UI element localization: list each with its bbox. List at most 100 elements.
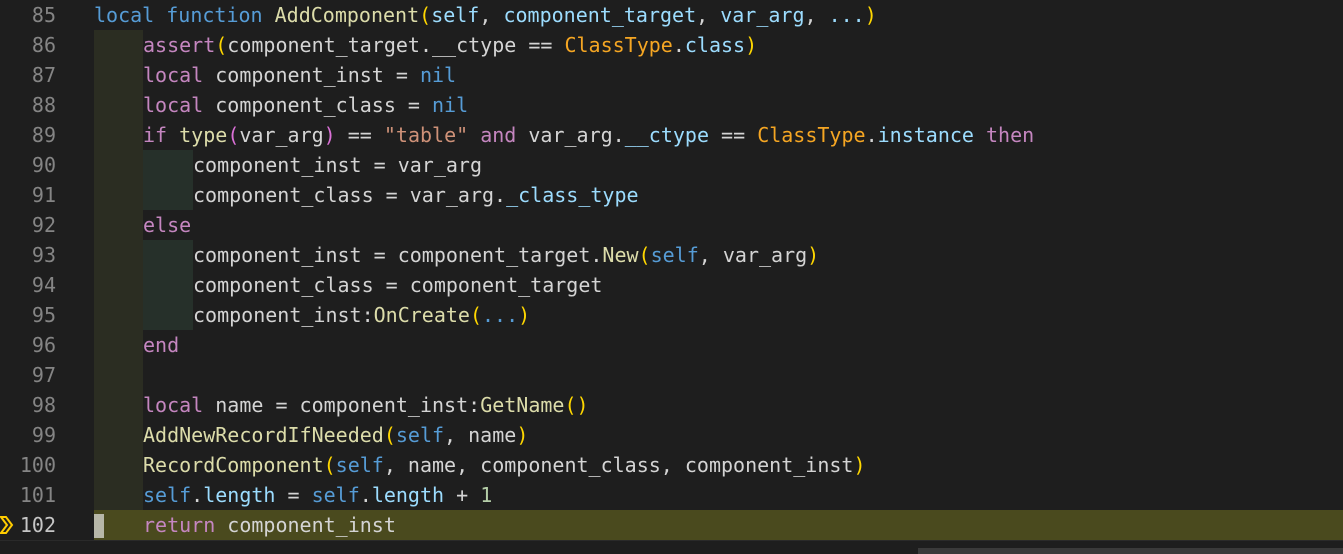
indent-guide — [94, 420, 143, 450]
line-number[interactable]: 102 — [0, 510, 56, 540]
code-token: component_class — [193, 183, 386, 207]
code-line[interactable]: 96 end — [0, 330, 1343, 360]
code-text: component_class = var_arg._class_type — [193, 180, 639, 210]
code-token: instance — [877, 123, 974, 147]
editor-bottom-border — [0, 540, 1343, 541]
line-number[interactable]: 98 — [0, 390, 56, 420]
line-number[interactable]: 92 — [0, 210, 56, 240]
line-number[interactable]: 89 — [0, 120, 56, 150]
code-token: var_arg — [516, 123, 613, 147]
code-text: component_inst = var_arg — [193, 150, 482, 180]
code-text: if type(var_arg) == "table" and var_arg.… — [143, 120, 1034, 150]
code-text: component_inst:OnCreate(...) — [193, 300, 530, 330]
code-line[interactable]: 85 local function AddComponent(self, comp… — [0, 0, 1343, 30]
code-token: ... — [482, 303, 519, 327]
code-token: self — [395, 423, 445, 447]
line-number[interactable]: 100 — [0, 450, 56, 480]
code-line[interactable]: 94 component_class = component_target — [0, 270, 1343, 300]
code-token: self — [650, 243, 699, 267]
code-line[interactable]: 90 component_inst = var_arg — [0, 150, 1343, 180]
code-token: self — [311, 483, 360, 507]
code-line[interactable]: 92 else — [0, 210, 1343, 240]
code-line[interactable]: 101 self.length = self.length + 1 — [0, 480, 1343, 510]
code-token: OnCreate — [373, 303, 470, 327]
code-token: : — [361, 303, 374, 327]
line-number[interactable]: 96 — [0, 330, 56, 360]
code-line[interactable]: 98 local name = component_inst:GetName() — [0, 390, 1343, 420]
text-cursor — [94, 514, 104, 538]
code-text: local component_inst = nil — [143, 60, 456, 90]
code-token: component_inst — [193, 303, 362, 327]
code-token: ( — [215, 33, 228, 57]
code-line[interactable]: 102 return component_inst — [0, 510, 1343, 540]
line-number[interactable]: 101 — [0, 480, 56, 510]
code-token: ( — [419, 3, 432, 27]
code-line[interactable]: 100 RecordComponent(self, name, component… — [0, 450, 1343, 480]
code-line[interactable]: 86 assert(component_target.__ctype == Cla… — [0, 30, 1343, 60]
code-line[interactable]: 87 local component_inst = nil — [0, 60, 1343, 90]
code-line[interactable]: 95 component_inst:OnCreate(...) — [0, 300, 1343, 330]
indent-guide — [94, 300, 143, 330]
line-number[interactable]: 86 — [0, 30, 56, 60]
line-number[interactable]: 93 — [0, 240, 56, 270]
code-token: length — [371, 483, 445, 507]
code-token: ( — [383, 423, 396, 447]
code-token: component_class — [193, 273, 386, 297]
code-token: , — [479, 3, 504, 27]
code-token: ... — [828, 3, 865, 27]
code-token: RecordComponent — [143, 453, 324, 477]
line-number[interactable]: 99 — [0, 420, 56, 450]
line-number[interactable]: 97 — [0, 360, 56, 390]
indent-guide — [94, 150, 143, 180]
code-token: () — [564, 393, 589, 417]
code-token: local — [143, 393, 204, 417]
code-token: . — [191, 483, 204, 507]
code-editor[interactable]: 85 local function AddComponent(self, comp… — [0, 0, 1343, 554]
code-text: else — [143, 210, 191, 240]
code-text: return component_inst — [143, 510, 396, 540]
code-token: component_target — [397, 273, 603, 297]
code-line[interactable]: 97 — [0, 360, 1343, 390]
indent-guide — [94, 360, 143, 390]
code-line[interactable]: 89 if type(var_arg) == "table" and var_ar… — [0, 120, 1343, 150]
code-token: local — [94, 3, 155, 27]
code-token: . — [494, 183, 507, 207]
code-token: = — [385, 273, 398, 297]
code-token: = — [373, 243, 386, 267]
code-token: , — [804, 3, 829, 27]
line-number[interactable]: 90 — [0, 150, 56, 180]
code-line[interactable]: 88 local component_class = nil — [0, 90, 1343, 120]
code-token: ) — [864, 3, 877, 27]
code-token: AddComponent — [274, 3, 420, 27]
line-number[interactable]: 88 — [0, 90, 56, 120]
indent-guide — [94, 330, 143, 360]
line-number[interactable]: 87 — [0, 60, 56, 90]
code-token: . — [590, 243, 603, 267]
code-token: ) — [518, 303, 531, 327]
line-number[interactable]: 91 — [0, 180, 56, 210]
code-line[interactable]: 93 component_inst = component_target.New(… — [0, 240, 1343, 270]
code-line[interactable]: 99 AddNewRecordIfNeeded(self, name) — [0, 420, 1343, 450]
code-token: component_target — [227, 33, 420, 57]
code-token: GetName — [480, 393, 565, 417]
indent-guide — [94, 120, 143, 150]
code-token: component_inst — [193, 243, 374, 267]
code-line[interactable]: 91 component_class = var_arg._class_type — [0, 180, 1343, 210]
code-token: , — [696, 3, 721, 27]
line-number[interactable]: 95 — [0, 300, 56, 330]
code-token: + — [444, 483, 481, 507]
indent-guide — [94, 480, 143, 510]
indent-guide — [94, 240, 143, 270]
line-number[interactable]: 94 — [0, 270, 56, 300]
code-token: type — [179, 123, 228, 147]
code-token: = — [395, 63, 408, 87]
indent-guide — [94, 30, 143, 60]
indent-guide — [94, 90, 143, 120]
horizontal-scrollbar-thumb[interactable] — [918, 548, 1343, 554]
code-token: class — [684, 33, 746, 57]
code-token: ( — [469, 303, 482, 327]
code-token: self — [335, 453, 384, 477]
line-number[interactable]: 85 — [0, 0, 56, 30]
